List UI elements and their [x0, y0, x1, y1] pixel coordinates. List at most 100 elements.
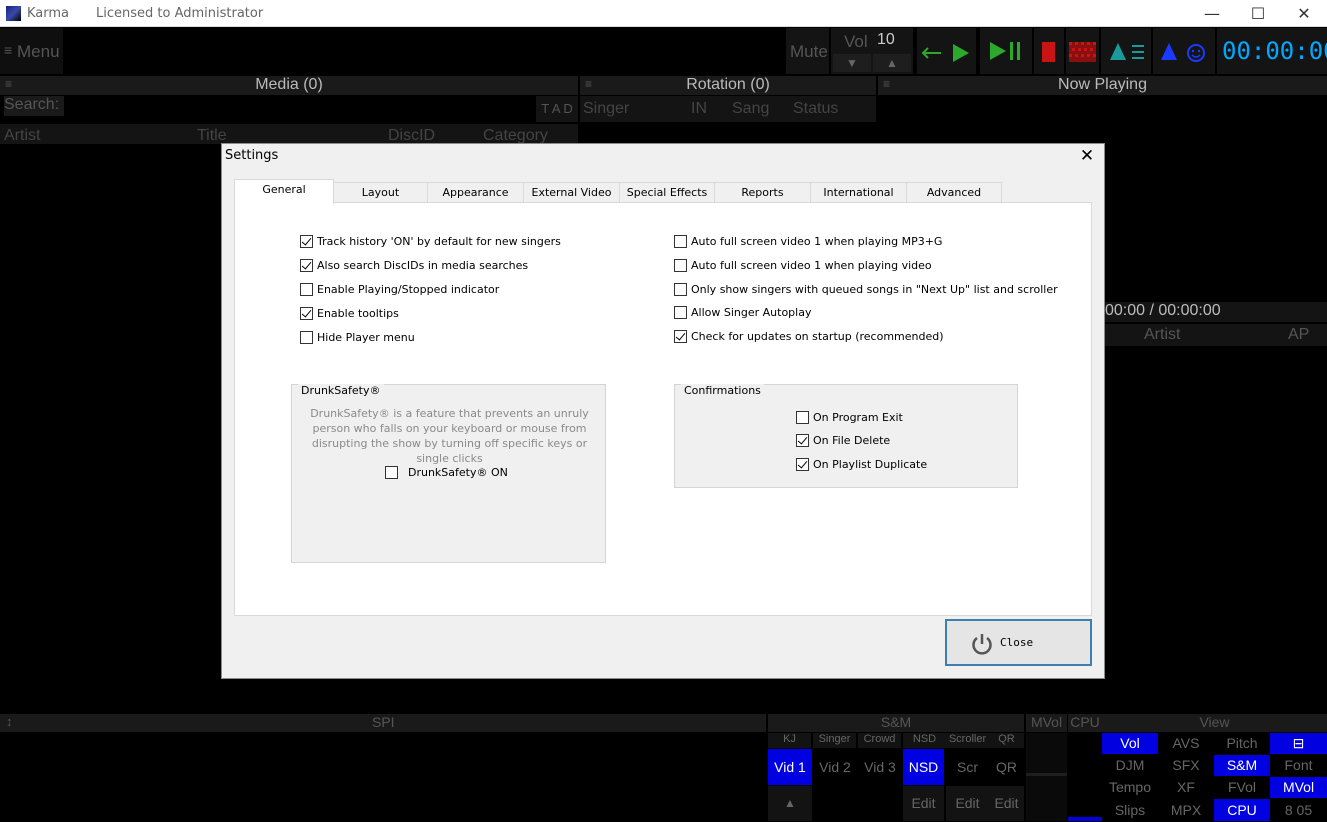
- sm-tab-scroller[interactable]: Scroller: [946, 733, 989, 748]
- view-mvol-button[interactable]: MVol: [1270, 777, 1327, 798]
- view-slips-button[interactable]: Slips: [1102, 799, 1158, 821]
- opt-queued-only-checkbox[interactable]: [674, 283, 687, 296]
- opt-singer-autoplay-checkbox[interactable]: [674, 306, 687, 319]
- col-sang[interactable]: Sang: [732, 100, 769, 118]
- sm-vid1-button[interactable]: Vid 1: [768, 749, 812, 785]
- view-pitch-button[interactable]: Pitch: [1214, 733, 1270, 754]
- mute-button[interactable]: Mute: [786, 28, 829, 74]
- col-artist[interactable]: Artist: [4, 127, 40, 145]
- opt-tooltips[interactable]: Enable tooltips: [300, 307, 399, 320]
- tab-layout[interactable]: Layout: [333, 182, 428, 203]
- sm-nsd-button[interactable]: NSD: [903, 749, 944, 785]
- sm-edit-nsd[interactable]: Edit: [903, 786, 944, 821]
- view-avs-button[interactable]: AVS: [1160, 733, 1212, 754]
- sm-vid3-button[interactable]: Vid 3: [858, 749, 902, 785]
- sm-tab-nsd[interactable]: NSD: [903, 733, 946, 748]
- opt-confirm-duplicate[interactable]: On Playlist Duplicate: [796, 458, 927, 471]
- vol-down-button[interactable]: ▼: [833, 54, 871, 72]
- opt-tooltips-checkbox[interactable]: [300, 307, 313, 320]
- view-mpx-button[interactable]: MPX: [1160, 799, 1212, 821]
- close-window-button[interactable]: ✕: [1281, 0, 1327, 27]
- vol-up-button[interactable]: ▲: [873, 54, 911, 72]
- view--button[interactable]: ⊟: [1270, 733, 1327, 754]
- view-cpu-button[interactable]: CPU: [1214, 799, 1270, 821]
- minimize-button[interactable]: —: [1189, 0, 1235, 27]
- sm-edit-qr[interactable]: Edit: [989, 786, 1024, 821]
- sm-tab-qr[interactable]: QR: [989, 733, 1024, 748]
- opt-drunksafety-checkbox[interactable]: [385, 466, 398, 479]
- singer-button[interactable]: [1153, 28, 1215, 74]
- opt-playing-indicator-checkbox[interactable]: [300, 283, 313, 296]
- stop-button[interactable]: [1034, 28, 1064, 74]
- opt-queued-only[interactable]: Only show singers with queued songs in "…: [674, 283, 1058, 296]
- next-singer-button[interactable]: [1101, 28, 1151, 74]
- opt-search-discids[interactable]: Also search DiscIDs in media searches: [300, 259, 528, 272]
- opt-confirm-duplicate-checkbox[interactable]: [796, 458, 809, 471]
- opt-fullscreen-video-checkbox[interactable]: [674, 259, 687, 272]
- maximize-button[interactable]: ☐: [1235, 0, 1281, 27]
- opt-fullscreen-mp3g-checkbox[interactable]: [674, 235, 687, 248]
- view-fvol-button[interactable]: FVol: [1214, 777, 1270, 798]
- sm-scr-button[interactable]: Scr: [946, 749, 989, 785]
- opt-confirm-exit-checkbox[interactable]: [796, 411, 809, 424]
- np-col-artist[interactable]: Artist: [1144, 326, 1180, 344]
- col-in[interactable]: IN: [691, 100, 707, 118]
- tab-international[interactable]: International: [810, 182, 907, 203]
- search-label: Search:: [4, 96, 64, 116]
- tab-reports[interactable]: Reports: [714, 182, 811, 203]
- view-vol-button[interactable]: Vol: [1102, 733, 1158, 754]
- opt-confirm-delete[interactable]: On File Delete: [796, 434, 890, 447]
- opt-singer-autoplay[interactable]: Allow Singer Autoplay: [674, 306, 811, 319]
- opt-check-updates-checkbox[interactable]: [674, 330, 687, 343]
- view-djm-button[interactable]: DJM: [1102, 755, 1158, 776]
- play-pause-icon: [990, 42, 1020, 60]
- search-input[interactable]: [64, 96, 536, 116]
- view-font-button[interactable]: Font: [1270, 755, 1327, 776]
- opt-drunksafety-on[interactable]: DrunkSafety® ON: [385, 466, 508, 479]
- opt-hide-player-menu-checkbox[interactable]: [300, 331, 313, 344]
- media-menu-icon[interactable]: ≡: [5, 77, 12, 91]
- col-singer[interactable]: Singer: [583, 100, 629, 118]
- sm-tab-kj[interactable]: KJ: [768, 733, 811, 748]
- menu-button[interactable]: ≡ Menu: [0, 28, 63, 74]
- tab-special-effects[interactable]: Special Effects: [619, 182, 715, 203]
- view-8-05-button[interactable]: 8 05: [1270, 799, 1327, 821]
- col-status[interactable]: Status: [793, 100, 838, 118]
- opt-confirm-delete-checkbox[interactable]: [796, 434, 809, 447]
- opt-track-history-checkbox[interactable]: [300, 235, 313, 248]
- opt-playing-indicator[interactable]: Enable Playing/Stopped indicator: [300, 283, 499, 296]
- tab-external-video[interactable]: External Video: [523, 182, 620, 203]
- stop-fade-button[interactable]: [1066, 28, 1099, 74]
- opt-fullscreen-mp3g[interactable]: Auto full screen video 1 when playing MP…: [674, 235, 942, 248]
- view-s-m-button[interactable]: S&M: [1214, 755, 1270, 776]
- dialog-close-icon[interactable]: ✕: [1074, 144, 1100, 170]
- opt-search-discids-checkbox[interactable]: [300, 259, 313, 272]
- play-pause-button[interactable]: [980, 28, 1032, 74]
- np-col-ap[interactable]: AP: [1288, 326, 1309, 344]
- tab-general[interactable]: General: [234, 179, 334, 204]
- opt-confirm-exit[interactable]: On Program Exit: [796, 411, 903, 424]
- mvol-meter[interactable]: [1026, 733, 1067, 821]
- tad-toggle[interactable]: T A D: [536, 96, 578, 122]
- opt-check-updates[interactable]: Check for updates on startup (recommende…: [674, 330, 944, 343]
- sm-up-button[interactable]: ▲: [768, 786, 812, 821]
- view-tempo-button[interactable]: Tempo: [1102, 777, 1158, 798]
- rotation-menu-icon[interactable]: ≡: [585, 77, 592, 91]
- opt-hide-player-menu[interactable]: Hide Player menu: [300, 331, 415, 344]
- sm-tab-crowd[interactable]: Crowd: [858, 733, 901, 748]
- opt-track-history[interactable]: Track history 'ON' by default for new si…: [300, 235, 561, 248]
- sm-vid2-button[interactable]: Vid 2: [813, 749, 857, 785]
- tab-appearance[interactable]: Appearance: [427, 182, 524, 203]
- opt-fullscreen-video[interactable]: Auto full screen video 1 when playing vi…: [674, 259, 932, 272]
- resize-icon[interactable]: ↕: [6, 714, 13, 729]
- sm-edit-scr[interactable]: Edit: [946, 786, 989, 821]
- sm-tab-singer[interactable]: Singer: [813, 733, 856, 748]
- view-xf-button[interactable]: XF: [1160, 777, 1212, 798]
- tab-advanced[interactable]: Advanced: [906, 182, 1002, 203]
- now-playing-title: Now Playing: [1058, 76, 1147, 93]
- now-playing-menu-icon[interactable]: ≡: [883, 77, 890, 91]
- view-sfx-button[interactable]: SFX: [1160, 755, 1212, 776]
- sm-qr-button[interactable]: QR: [989, 749, 1024, 785]
- back-play-button[interactable]: [917, 28, 976, 74]
- close-button[interactable]: Close: [945, 619, 1092, 666]
